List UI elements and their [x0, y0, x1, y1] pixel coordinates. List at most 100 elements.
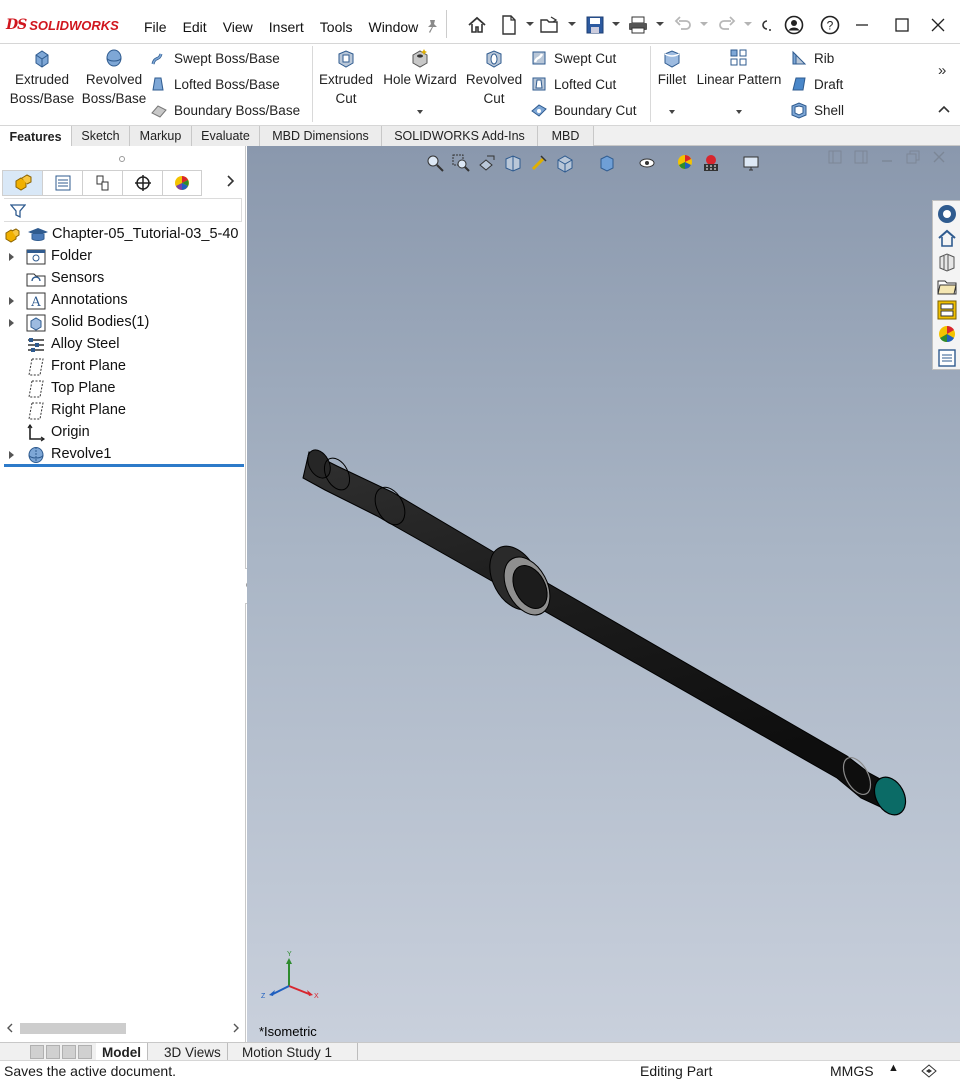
tab-mbd[interactable]: MBD — [538, 126, 594, 146]
feature-tree-horizontal-scrollbar[interactable] — [4, 1020, 242, 1036]
tab-model[interactable]: Model — [96, 1043, 148, 1061]
print-dropdown-icon[interactable] — [656, 22, 664, 26]
dimxpertmanager-tab[interactable] — [122, 170, 162, 196]
minimize-button[interactable] — [848, 12, 876, 38]
tree-item-revolve1[interactable]: Revolve1 — [0, 444, 246, 466]
new-dropdown-icon[interactable] — [526, 22, 534, 26]
tree-item-front-plane[interactable]: Front Plane — [0, 356, 246, 378]
revolved-boss-button[interactable]: Revolved Boss/Base — [80, 48, 148, 108]
tab-sketch[interactable]: Sketch — [72, 126, 130, 146]
menu-file[interactable]: File — [136, 17, 175, 37]
graphics-area[interactable]: Y X Z *Isometric — [247, 146, 960, 1042]
print-icon[interactable] — [626, 14, 650, 36]
user-account-icon[interactable] — [782, 14, 806, 36]
help-icon[interactable]: ? — [818, 14, 842, 36]
propertymanager-tab[interactable] — [42, 170, 82, 196]
undo-dropdown-icon[interactable] — [700, 22, 708, 26]
expand-arrow-icon[interactable] — [9, 253, 14, 261]
expand-arrow-icon[interactable] — [9, 297, 14, 305]
expand-arrow-icon[interactable] — [9, 451, 14, 459]
tree-item-right-plane[interactable]: Right Plane — [0, 400, 246, 422]
maximize-button[interactable] — [888, 12, 916, 38]
shaft-part-model[interactable] — [247, 146, 960, 1042]
configurationmanager-tab[interactable] — [82, 170, 122, 196]
boundary-cut-button[interactable]: Boundary Cut — [530, 100, 637, 120]
menu-insert[interactable]: Insert — [261, 17, 312, 37]
first-tab-arrow-icon[interactable] — [30, 1045, 44, 1059]
pin-icon[interactable] — [424, 18, 440, 34]
solidworks-logo[interactable]: DS SOLIDWORKS — [6, 15, 119, 35]
ribbon-expand-icon[interactable]: » — [938, 62, 946, 79]
hole-wizard-button[interactable]: Hole Wizard — [380, 48, 460, 89]
tab-evaluate[interactable]: Evaluate — [192, 126, 260, 146]
featuremanager-tree-tab[interactable] — [2, 170, 42, 196]
scroll-right-arrow-icon[interactable] — [232, 1023, 240, 1033]
open-icon[interactable] — [538, 14, 562, 36]
boundary-boss-button[interactable]: Boundary Boss/Base — [150, 100, 300, 120]
shell-button[interactable]: Shell — [790, 100, 844, 120]
menu-view[interactable]: View — [215, 17, 261, 37]
rib-button[interactable]: Rib — [790, 48, 834, 68]
rebuild-status-icon[interactable] — [920, 1063, 938, 1079]
panel-grip-icon[interactable] — [119, 156, 125, 162]
undo-icon[interactable] — [672, 14, 694, 36]
close-button[interactable] — [924, 12, 952, 38]
ribbon-collapse-icon[interactable] — [938, 102, 950, 117]
tree-root-part[interactable]: Chapter-05_Tutorial-03_5-40 — [0, 224, 246, 246]
next-tab-arrow-icon[interactable] — [62, 1045, 76, 1059]
redo-icon[interactable] — [716, 14, 738, 36]
rollback-bar[interactable] — [4, 464, 244, 467]
tree-item-label: Right Plane — [51, 402, 126, 418]
tree-item-material[interactable]: Alloy Steel — [0, 334, 246, 356]
expand-arrow-icon[interactable] — [9, 319, 14, 327]
redo-dropdown-icon[interactable] — [744, 22, 752, 26]
tab-motion-study-1[interactable]: Motion Study 1 — [236, 1043, 358, 1061]
tree-item-top-plane[interactable]: Top Plane — [0, 378, 246, 400]
tab-markup[interactable]: Markup — [130, 126, 192, 146]
tab-solidworks-add-ins[interactable]: SOLIDWORKS Add-Ins — [382, 126, 538, 146]
fillet-button[interactable]: Fillet — [654, 48, 690, 89]
unit-system-arrow-icon[interactable]: ▲ — [888, 1062, 899, 1074]
tab-features[interactable]: Features — [0, 126, 72, 147]
extruded-boss-button[interactable]: Extruded Boss/Base — [8, 48, 76, 108]
tree-item-origin[interactable]: Origin — [0, 422, 246, 444]
tab-3d-views[interactable]: 3D Views — [158, 1043, 228, 1061]
hole-wizard-dropdown-icon[interactable] — [417, 110, 423, 114]
tree-item-sensors[interactable]: Sensors — [0, 268, 246, 290]
fillet-dropdown-icon[interactable] — [669, 110, 675, 114]
tree-item-solid-bodies[interactable]: Solid Bodies(1) — [0, 312, 246, 334]
tree-filter-field[interactable] — [4, 198, 242, 222]
draft-button[interactable]: Draft — [790, 74, 843, 94]
displaymanager-tab[interactable] — [162, 170, 202, 196]
save-dropdown-icon[interactable] — [612, 22, 620, 26]
open-dropdown-icon[interactable] — [568, 22, 576, 26]
new-document-icon[interactable] — [498, 14, 520, 36]
save-icon[interactable] — [584, 14, 606, 36]
propertymanager-icon — [55, 175, 70, 191]
linear-pattern-dropdown-icon[interactable] — [736, 110, 742, 114]
home-icon[interactable] — [466, 14, 488, 36]
lofted-boss-button[interactable]: Lofted Boss/Base — [150, 74, 280, 94]
previous-tab-arrow-icon[interactable] — [46, 1045, 60, 1059]
scrollbar-thumb[interactable] — [20, 1023, 126, 1034]
menu-window[interactable]: Window — [360, 17, 426, 37]
tree-item-annotations[interactable]: A Annotations — [0, 290, 246, 312]
menu-tools[interactable]: Tools — [312, 17, 361, 37]
shell-icon — [791, 102, 807, 119]
revolved-cut-button[interactable]: Revolved Cut — [462, 48, 526, 108]
last-tab-arrow-icon[interactable] — [78, 1045, 92, 1059]
scroll-left-arrow-icon[interactable] — [6, 1023, 14, 1033]
menu-bar: File Edit View Insert Tools Window — [136, 17, 426, 37]
extruded-cut-button[interactable]: Extruded Cut — [314, 48, 378, 108]
select-icon[interactable] — [758, 14, 774, 36]
status-message: Saves the active document. — [4, 1063, 176, 1079]
linear-pattern-button[interactable]: Linear Pattern — [694, 48, 784, 89]
tree-item-folder[interactable]: Folder — [0, 246, 246, 268]
unit-system-selector[interactable]: MMGS — [830, 1063, 874, 1079]
menu-edit[interactable]: Edit — [175, 17, 215, 37]
lofted-cut-button[interactable]: Lofted Cut — [530, 74, 616, 94]
more-tabs-chevron-icon[interactable] — [226, 174, 236, 193]
swept-cut-button[interactable]: Swept Cut — [530, 48, 616, 68]
tab-mbd-dimensions[interactable]: MBD Dimensions — [260, 126, 382, 146]
swept-boss-button[interactable]: Swept Boss/Base — [150, 48, 280, 68]
